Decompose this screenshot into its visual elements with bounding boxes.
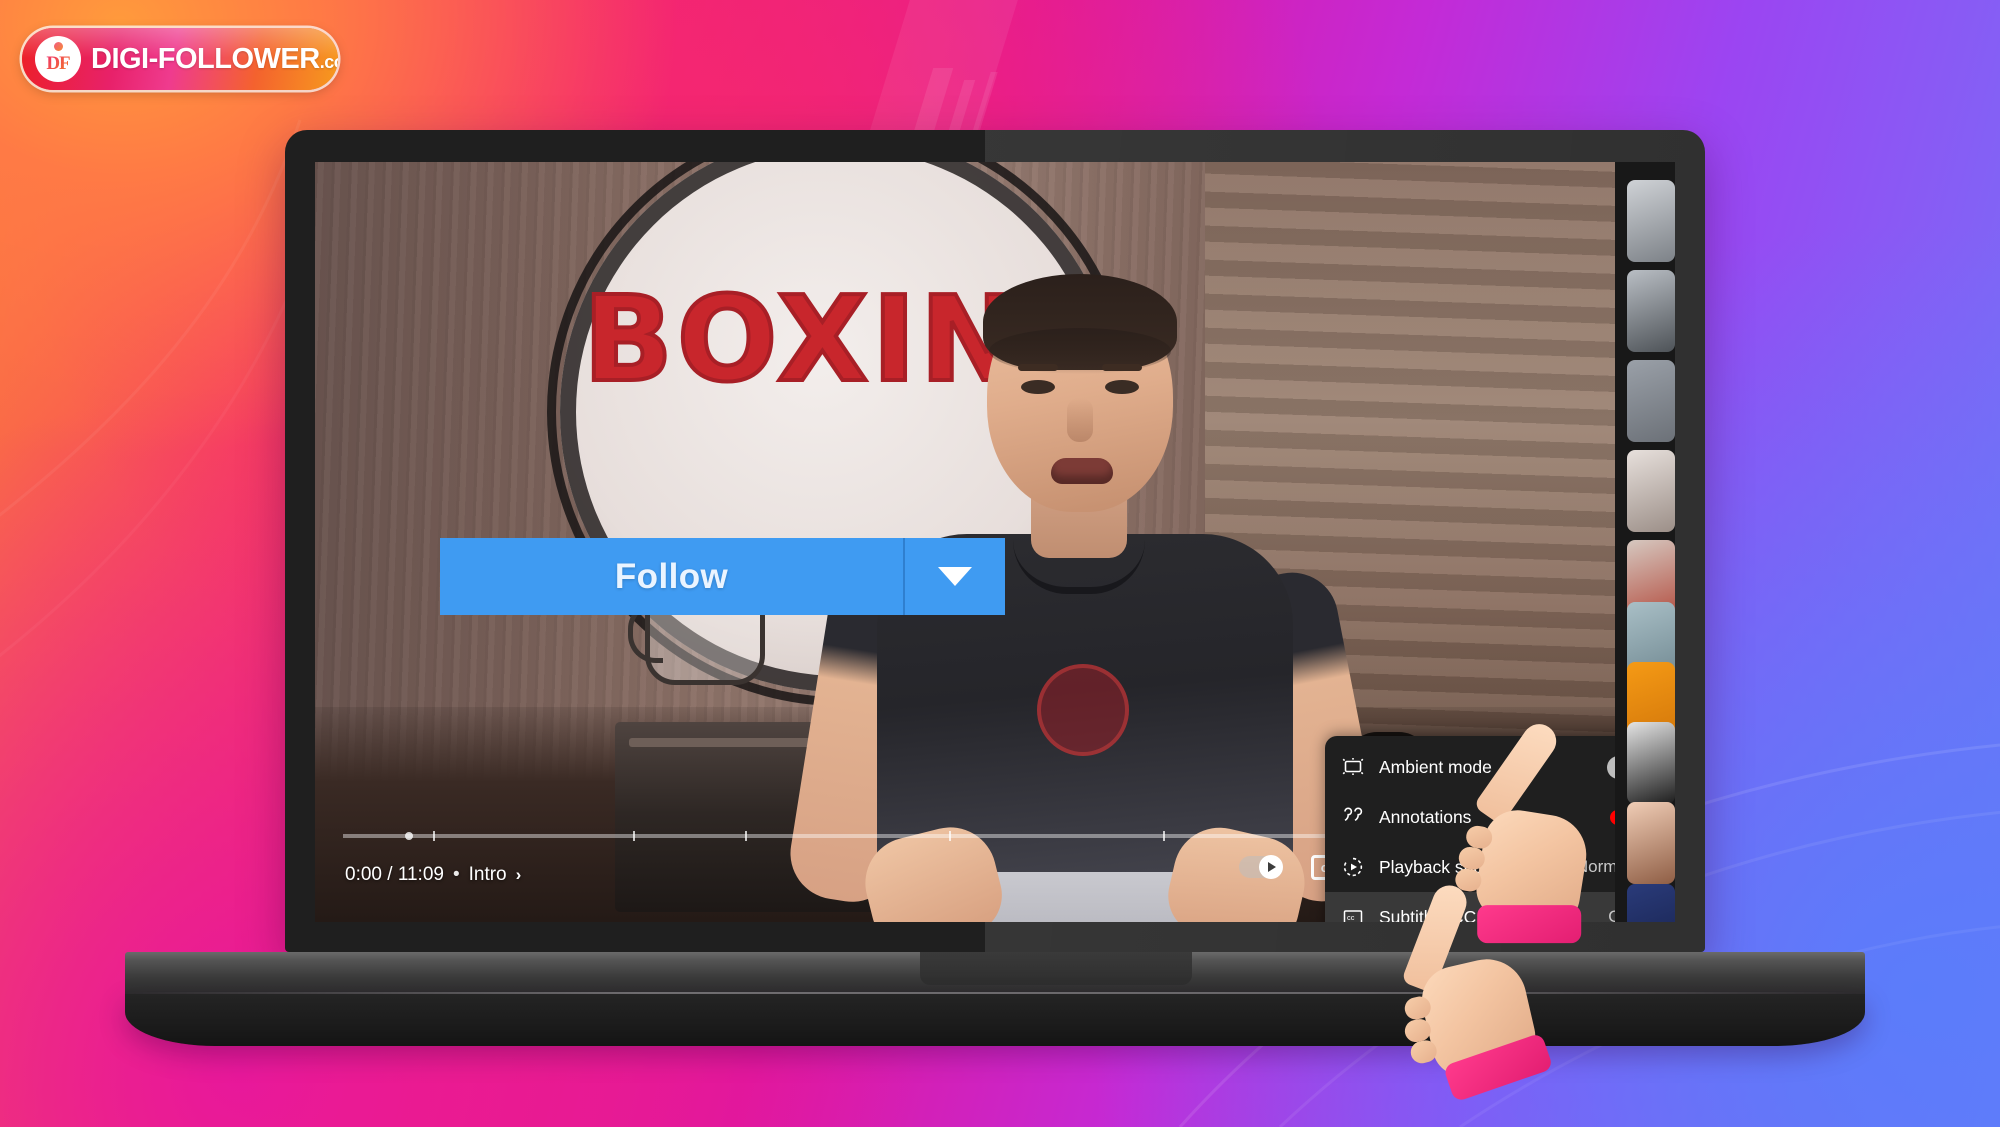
sidebar-thumbnail[interactable] [1627,360,1675,442]
time-chapter-separator: • [452,864,460,885]
ambient-screen-icon [1341,755,1379,779]
brand-logo[interactable]: DF DIGI-FOLLOWER.com [22,28,338,90]
brand-badge-icon: DF [35,36,81,82]
person-eyebrow [1102,364,1142,371]
autoplay-toggle-icon[interactable] [1239,855,1283,879]
time-display: 0:00 / 11:09 [345,864,444,885]
playback-speed-icon [1341,855,1379,879]
sidebar-thumbnail[interactable] [1627,180,1675,262]
badge-monogram: DF [46,52,70,74]
follow-button[interactable]: Follow [440,538,903,615]
chapter-separator [745,831,747,841]
brand-name-tld: .com [319,51,338,72]
chapter-separator [633,831,635,841]
chevron-right-icon: › [515,865,522,884]
sidebar-thumbnail[interactable] [1627,270,1675,352]
brand-name-main: DIGI-FOLLOWER [91,42,320,75]
chapter-separator [433,831,435,841]
play-glyph [1268,862,1276,872]
person-hair [983,274,1177,374]
chevron-down-icon [938,567,972,586]
sidebar-thumbnail[interactable] [1627,450,1675,532]
annotations-icon [1341,805,1379,829]
jersey-logo [1037,664,1129,756]
follow-dropdown-button[interactable] [903,538,1005,615]
person-mouth [1051,458,1113,484]
chapter-title[interactable]: Intro [469,864,507,886]
person-nose [1067,398,1093,442]
time-and-chapter-display: 0:00 / 11:09 • Intro › [345,864,521,886]
chapter-separator [1163,831,1165,841]
progress-handle[interactable] [405,832,413,840]
badge-head-dot [53,42,63,51]
svg-text:cc: cc [1347,913,1355,922]
laptop-base-front [125,994,1865,1046]
closed-captions-icon: cc [1341,905,1379,922]
person-eye [1105,380,1139,394]
brand-name: DIGI-FOLLOWER.com [91,42,338,75]
follow-widget[interactable]: Follow [440,538,1005,615]
person-eyebrow [1018,364,1058,371]
chapter-separator [949,831,951,841]
person-eye [1021,380,1055,394]
autoplay-knob [1259,855,1283,879]
video-player[interactable]: BOXING Follow Ambient mode Annotations P… [315,162,1615,922]
